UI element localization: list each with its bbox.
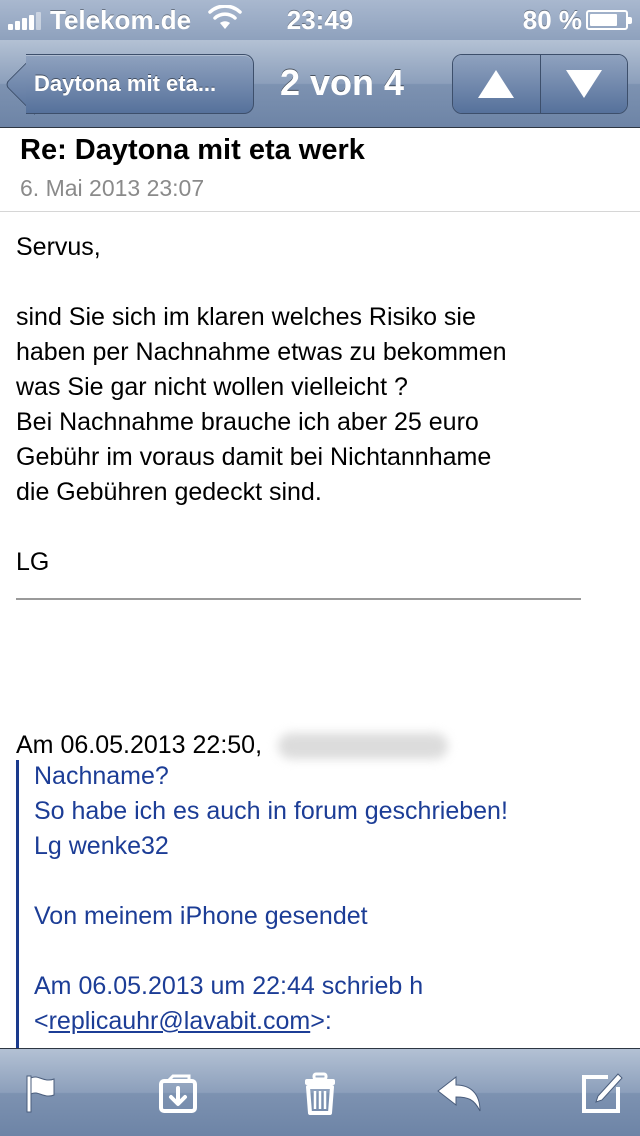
body-line: was Sie gar nicht wollen vielleicht ?: [16, 373, 408, 401]
quote-intro-text: Am 06.05.2013 22:50,: [16, 731, 263, 759]
reply-button[interactable]: [434, 1069, 484, 1119]
redacted-sender-name: [278, 732, 449, 759]
body-line: haben per Nachnahme etwas zu bekommen: [16, 338, 507, 366]
quote-intro: Am 06.05.2013 22:50,: [16, 728, 449, 763]
body-line: Gebühr im voraus damit bei Nichtannhame: [16, 443, 492, 471]
quote-line: [34, 934, 634, 969]
next-message-button[interactable]: [539, 55, 627, 113]
body-line: [16, 510, 626, 545]
status-bar: Telekom.de 23:49 80 %: [0, 0, 640, 40]
quoted-message: Nachname? So habe ich es auch in forum g…: [34, 759, 634, 1039]
trash-icon: [305, 1072, 335, 1115]
back-button[interactable]: Daytona mit eta...: [26, 54, 254, 114]
signature-divider: [16, 598, 581, 600]
body-line: die Gebühren gedeckt sind.: [16, 478, 322, 506]
message-date: 6. Mai 2013 23:07: [20, 175, 205, 201]
battery-icon: [586, 10, 632, 30]
delete-button[interactable]: [295, 1069, 345, 1119]
body-line: Bei Nachnahme brauche ich aber 25 euro: [16, 408, 479, 436]
flag-icon: [26, 1075, 55, 1113]
body-line: sind Sie sich im klaren welches Risiko s…: [16, 303, 476, 331]
quote-line: Lg wenke32: [34, 832, 169, 860]
quote-line: So habe ich es auch in forum geschrieben…: [34, 797, 508, 825]
move-button[interactable]: [153, 1069, 203, 1119]
message-body: Servus, sind Sie sich im klaren welches …: [16, 230, 626, 580]
quote-bar: [16, 760, 19, 1050]
message-subject: Re: Daytona mit eta werk: [20, 134, 365, 166]
email-bracket-close: >:: [310, 1007, 332, 1035]
reply-icon: [437, 1075, 481, 1112]
quote-email-line: <replicauhr@lavabit.com>:: [34, 1004, 634, 1039]
message-navigation-control: [452, 54, 628, 114]
previous-message-button[interactable]: [453, 55, 540, 113]
quote-line: Von meinem iPhone gesendet: [34, 902, 368, 930]
bottom-toolbar: [0, 1048, 640, 1136]
message-header: Re: Daytona mit eta werk 6. Mai 2013 23:…: [0, 129, 640, 212]
nav-title: 2 von 4: [279, 62, 405, 103]
arrow-down-icon: [565, 70, 602, 98]
email-link[interactable]: replicauhr@lavabit.com: [49, 1007, 311, 1035]
compose-button[interactable]: [576, 1069, 626, 1119]
move-to-folder-icon: [159, 1074, 197, 1113]
nav-bar: Daytona mit eta... 2 von 4: [0, 40, 640, 128]
quote-line: [34, 864, 634, 899]
battery-percent: 80 %: [522, 5, 582, 35]
compose-icon: [582, 1073, 623, 1113]
quote-line: Am 06.05.2013 um 22:44 schrieb h: [34, 972, 424, 1000]
body-line: Servus,: [16, 233, 101, 261]
body-line: LG: [16, 548, 50, 576]
arrow-up-icon: [478, 70, 515, 98]
flag-button[interactable]: [16, 1069, 66, 1119]
email-bracket-open: <: [34, 1007, 49, 1035]
quote-line: Nachname?: [34, 762, 169, 790]
body-line: [16, 265, 626, 300]
